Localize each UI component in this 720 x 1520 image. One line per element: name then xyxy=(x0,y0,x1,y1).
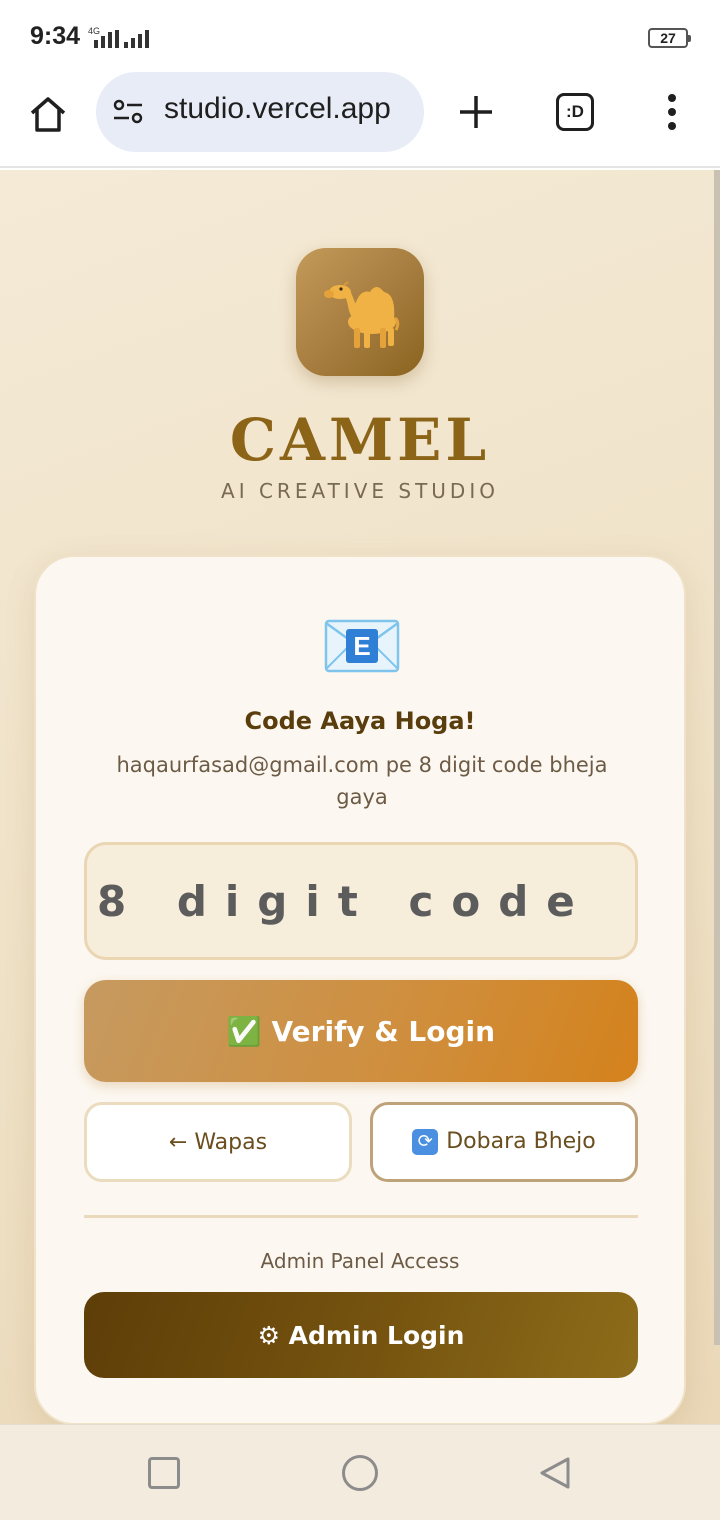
battery-icon: 27 xyxy=(648,28,691,48)
brand-title: CAMEL xyxy=(229,406,491,474)
signal-icon xyxy=(124,30,149,48)
site-settings-icon[interactable] xyxy=(112,96,144,128)
back-button[interactable]: ← Wapas xyxy=(84,1102,352,1182)
address-bar[interactable]: studio.vercel.app xyxy=(96,72,424,152)
resend-label: Dobara Bhejo xyxy=(446,1129,596,1154)
url-text[interactable]: studio.vercel.app xyxy=(164,92,391,126)
refresh-icon: ⟳ xyxy=(412,1129,439,1155)
status-time: 9:34 xyxy=(30,22,81,50)
verify-login-button[interactable]: ✅ Verify & Login xyxy=(84,980,638,1082)
page-content: CAMEL AI CREATIVE STUDIO E Code Aaya Hog… xyxy=(0,170,720,1425)
card-heading: Code Aaya Hoga! xyxy=(244,707,476,735)
status-bar: 9:34 4G 27 xyxy=(0,0,720,76)
divider xyxy=(84,1215,638,1218)
nav-bar xyxy=(0,1424,720,1520)
tab-switcher-icon[interactable]: :D xyxy=(556,93,594,131)
home-icon[interactable] xyxy=(342,1455,378,1491)
envelope-icon: E xyxy=(324,619,400,673)
scrollbar[interactable] xyxy=(714,170,720,1345)
back-icon[interactable] xyxy=(538,1455,574,1491)
browser-toolbar: studio.vercel.app :D xyxy=(0,72,720,168)
verification-card: E Code Aaya Hoga! haqaurfasad@gmail.com … xyxy=(34,555,686,1425)
more-vert-icon[interactable] xyxy=(660,92,684,136)
admin-label: Admin Panel Access xyxy=(260,1249,460,1273)
plus-icon[interactable] xyxy=(456,92,496,132)
code-input[interactable] xyxy=(84,842,638,960)
svg-text:E: E xyxy=(353,631,370,661)
signal-icon xyxy=(94,30,119,48)
recents-icon[interactable] xyxy=(148,1457,180,1489)
camel-icon xyxy=(296,248,424,376)
home-icon[interactable] xyxy=(26,92,70,136)
brand-subtitle: AI CREATIVE STUDIO xyxy=(221,479,499,503)
card-message: haqaurfasad@gmail.com pe 8 digit code bh… xyxy=(116,753,608,809)
admin-login-button[interactable]: ⚙ Admin Login xyxy=(84,1292,638,1378)
resend-code-button[interactable]: ⟳ Dobara Bhejo xyxy=(370,1102,638,1182)
